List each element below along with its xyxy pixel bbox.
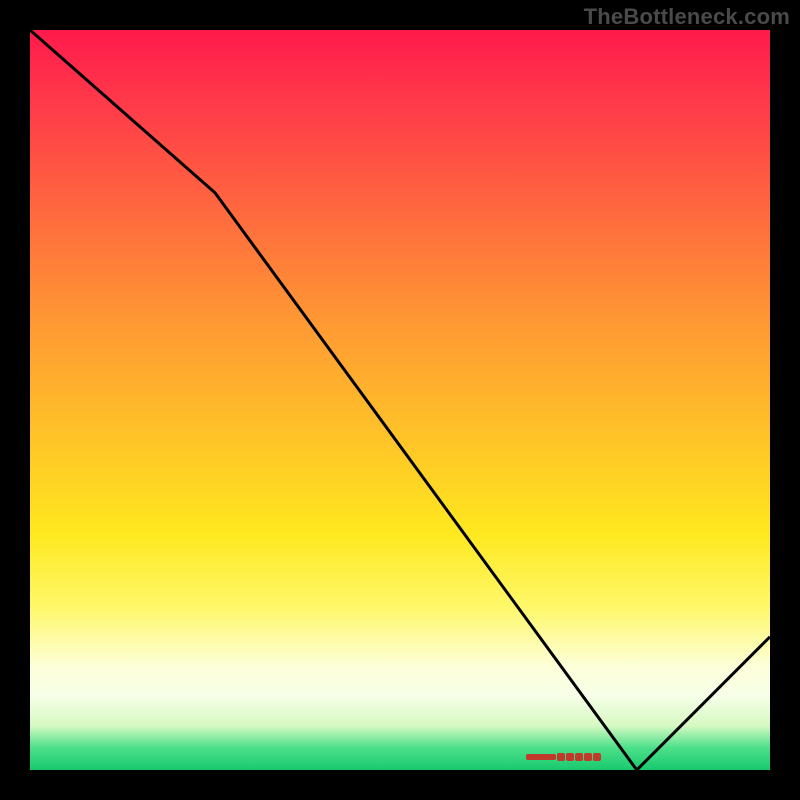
attribution-text: TheBottleneck.com bbox=[584, 4, 790, 30]
bottleneck-curve bbox=[30, 30, 770, 770]
curve-line bbox=[30, 30, 770, 770]
plot-area bbox=[30, 30, 770, 770]
chart-frame: TheBottleneck.com bbox=[0, 0, 800, 800]
